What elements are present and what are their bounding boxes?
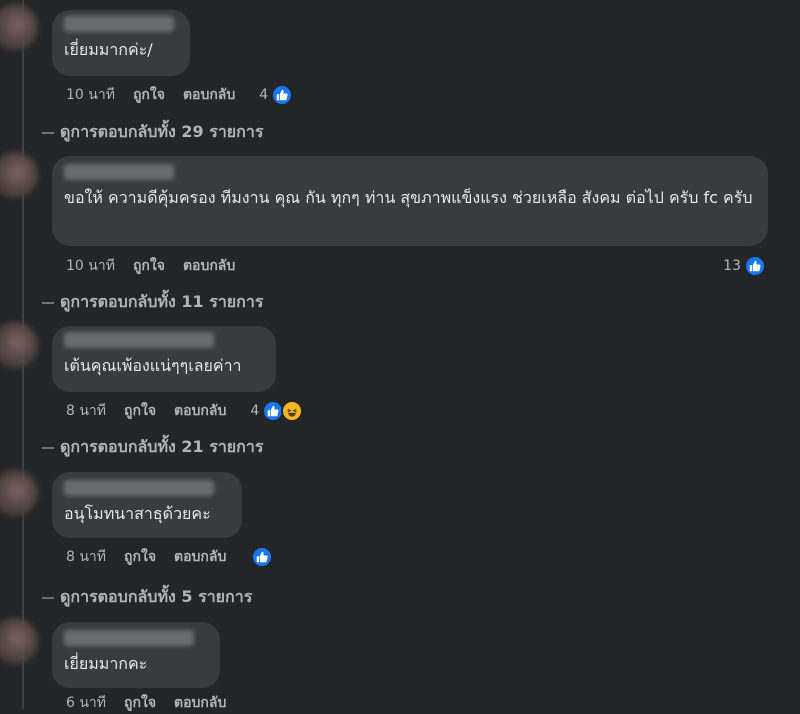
like-button[interactable]: ถูกใจ xyxy=(133,255,165,277)
avatar[interactable] xyxy=(0,4,38,50)
avatar[interactable] xyxy=(0,470,38,516)
reply-connector xyxy=(42,301,54,304)
reaction-summary[interactable]: 4 xyxy=(259,84,294,106)
comment-bubble: เยี่ยมมากคะ xyxy=(52,622,220,688)
commenter-name[interactable] xyxy=(64,16,174,32)
commenter-name[interactable] xyxy=(64,480,214,496)
comment-time[interactable]: 6 นาที xyxy=(66,692,106,714)
like-button[interactable]: ถูกใจ xyxy=(124,546,156,568)
view-replies-link[interactable]: ดูการตอบกลับทั้ง 29 รายการ xyxy=(42,120,263,145)
view-replies-label: ดูการตอบกลับทั้ง 11 รายการ xyxy=(60,292,264,311)
comment-actions: 8 นาที ถูกใจ ตอบกลับ 4 xyxy=(66,400,304,422)
comment-bubble: เต้นคุณเพ้องแน่ๆๆเลยค่าา xyxy=(52,326,276,392)
comment-bubble: ขอให้ ความดีคุ้มครอง ทีมงาน คุณ กัน ทุกๆ… xyxy=(52,156,768,246)
view-replies-link[interactable]: ดูการตอบกลับทั้ง 5 รายการ xyxy=(42,585,252,610)
comment-actions: 6 นาที ถูกใจ ตอบกลับ xyxy=(66,692,226,714)
view-replies-label: ดูการตอบกลับทั้ง 21 รายการ xyxy=(60,437,264,456)
view-replies-link[interactable]: ดูการตอบกลับทั้ง 21 รายการ xyxy=(42,435,263,460)
reaction-summary[interactable]: 13 xyxy=(723,255,766,277)
comment-time[interactable]: 8 นาที xyxy=(66,546,106,568)
reply-button[interactable]: ตอบกลับ xyxy=(174,546,226,568)
haha-icon xyxy=(281,400,304,422)
comment-text: เยี่ยมมากคะ xyxy=(64,654,148,673)
like-icon xyxy=(251,546,274,568)
reply-connector xyxy=(42,131,54,134)
comment-text: เยี่ยมมากค่ะ/ xyxy=(64,40,153,59)
reply-button[interactable]: ตอบกลับ xyxy=(183,84,235,106)
reaction-count: 4 xyxy=(259,87,269,103)
comment-bubble: เยี่ยมมากค่ะ/ xyxy=(52,10,190,76)
avatar[interactable] xyxy=(0,152,38,198)
view-replies-label: ดูการตอบกลับทั้ง 5 รายการ xyxy=(60,587,253,606)
reaction-summary[interactable]: 4 xyxy=(250,400,304,422)
reply-button[interactable]: ตอบกลับ xyxy=(174,692,226,714)
comment-text: อนุโมทนาสาธุด้วยคะ xyxy=(64,504,211,523)
comment-time[interactable]: 8 นาที xyxy=(66,400,106,422)
avatar[interactable] xyxy=(0,322,38,368)
comment-text: ขอให้ ความดีคุ้มครอง ทีมงาน คุณ กัน ทุกๆ… xyxy=(64,188,753,207)
view-replies-link[interactable]: ดูการตอบกลับทั้ง 11 รายการ xyxy=(42,290,263,315)
like-button[interactable]: ถูกใจ xyxy=(124,400,156,422)
commenter-name[interactable] xyxy=(64,332,214,348)
comment-bubble: อนุโมทนาสาธุด้วยคะ xyxy=(52,472,242,538)
like-icon xyxy=(271,84,294,106)
comment-text: เต้นคุณเพ้องแน่ๆๆเลยค่าา xyxy=(64,356,242,375)
comment-time[interactable]: 10 นาที xyxy=(66,84,115,106)
reply-button[interactable]: ตอบกลับ xyxy=(174,400,226,422)
avatar[interactable] xyxy=(0,618,38,664)
reaction-summary[interactable] xyxy=(248,546,274,568)
reaction-count: 13 xyxy=(723,258,741,274)
reply-connector xyxy=(42,446,54,449)
view-replies-label: ดูการตอบกลับทั้ง 29 รายการ xyxy=(60,122,264,141)
like-icon xyxy=(744,255,766,277)
reply-connector xyxy=(42,596,54,599)
like-button[interactable]: ถูกใจ xyxy=(124,692,156,714)
like-button[interactable]: ถูกใจ xyxy=(133,84,165,106)
comment-time[interactable]: 10 นาที xyxy=(66,255,115,277)
reaction-count: 4 xyxy=(250,403,260,419)
comment-actions: 8 นาที ถูกใจ ตอบกลับ xyxy=(66,546,274,568)
reply-button[interactable]: ตอบกลับ xyxy=(183,255,235,277)
commenter-name[interactable] xyxy=(64,630,194,646)
commenter-name[interactable] xyxy=(64,164,174,180)
comment-actions: 10 นาที ถูกใจ ตอบกลับ 4 xyxy=(66,84,294,106)
comment-actions: 10 นาที ถูกใจ ตอบกลับ 13 xyxy=(66,255,766,277)
